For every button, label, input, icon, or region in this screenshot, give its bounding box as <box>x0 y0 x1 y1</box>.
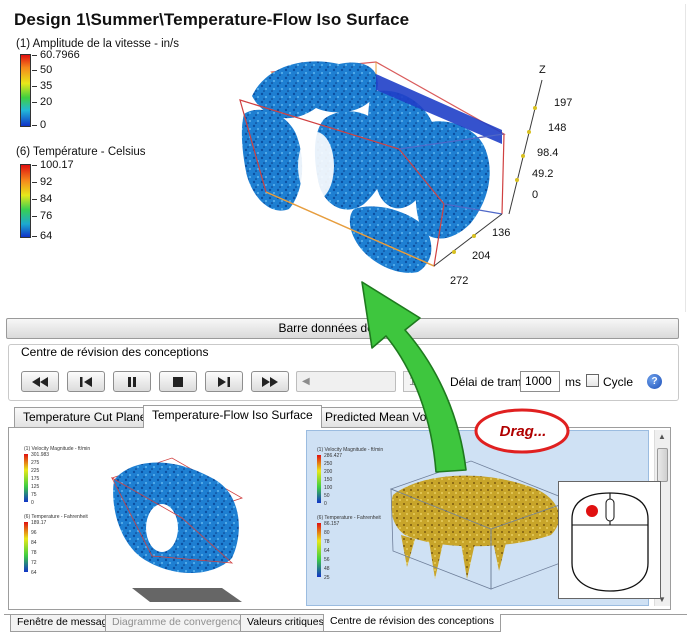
tab-message-window[interactable]: Fenêtre de message <box>10 615 121 632</box>
thumb-legend-value: 0 <box>31 500 34 506</box>
design-thumbnail[interactable]: (1) Velocity Magnitude - ft/min 301.983 … <box>12 430 297 606</box>
thumb-legend-value: 250 <box>324 461 333 467</box>
iso-blob <box>241 109 303 211</box>
tab-critical-values[interactable]: Valeurs critiques <box>240 615 331 632</box>
stop-icon <box>173 376 183 387</box>
thumb-legend-value: 301.983 <box>31 452 50 458</box>
thumb-temperature-bar <box>317 523 321 577</box>
z-axis-tick: 197 <box>554 97 573 109</box>
thumb-legend-value: 75 <box>31 492 37 498</box>
frame-delay-label: Délai de trame <box>450 375 529 389</box>
iso-blob <box>415 121 490 239</box>
stop-button[interactable] <box>159 371 197 392</box>
tab-convergence-diagram[interactable]: Diagramme de convergence <box>105 615 251 632</box>
slider-left-arrow-icon: ◀ <box>302 376 310 387</box>
thumb-iso-model <box>111 457 243 602</box>
thumb-legend-value: 150 <box>324 477 333 483</box>
thumb-legend-value: 48 <box>324 566 330 572</box>
thumb-legend-value: 175 <box>31 476 40 482</box>
thumb-legend-value: 189.17 <box>31 520 47 526</box>
thumb-legend-value: 56 <box>324 557 330 563</box>
z-axis-tick: 98.4 <box>537 147 559 159</box>
thumb-legend-value: 200 <box>324 469 333 475</box>
z-axis-label: Z <box>539 64 546 76</box>
x-axis-tick: 136 <box>492 227 511 239</box>
step-forward-icon <box>218 376 230 387</box>
iso-surface-model[interactable] <box>4 4 686 312</box>
rewind-button[interactable] <box>21 371 59 392</box>
thumb-legend-value: 25 <box>324 575 330 581</box>
x-axis-tick: 272 <box>450 275 469 287</box>
output-bar-button[interactable]: Barre données de sortie <box>6 318 679 339</box>
tab-predicted-mean-vote[interactable]: Predicted Mean Vote <box>316 407 446 427</box>
help-icon[interactable]: ? <box>647 374 662 389</box>
cycle-label: Cycle <box>603 375 634 389</box>
thumb-legend-value: 84 <box>31 540 37 546</box>
step-back-button[interactable] <box>67 371 105 392</box>
x-axis-tick: 204 <box>472 250 491 262</box>
thumb-legend-value: 286.427 <box>324 453 343 459</box>
thumb-legend-value: 225 <box>31 468 40 474</box>
thumb-velocity-bar <box>24 454 28 502</box>
frame-delay-unit: ms <box>565 375 581 389</box>
thumb-legend-value: 50 <box>324 493 330 499</box>
z-axis-tick: 148 <box>548 122 567 134</box>
thumb-legend-value: 275 <box>31 460 40 466</box>
step-forward-button[interactable] <box>205 371 243 392</box>
thumb-legend-value: 78 <box>324 539 330 545</box>
pause-button[interactable] <box>113 371 151 392</box>
thumb-legend-value: 96 <box>31 530 37 536</box>
thumb-temperature-bar <box>24 522 28 572</box>
thumb-iso-model <box>389 460 573 590</box>
thumb-legend-value: 80 <box>324 530 330 536</box>
thumb-legend-value: 100 <box>324 485 333 491</box>
pause-icon <box>128 376 136 387</box>
thumb-legend-value: 86.157 <box>324 521 340 527</box>
fast-forward-button[interactable] <box>251 371 289 392</box>
tab-design-review-center[interactable]: Centre de révision des conceptions <box>323 614 502 632</box>
scroll-up-arrow-icon[interactable]: ▲ <box>658 432 666 441</box>
cycle-checkbox[interactable] <box>586 374 599 387</box>
results-viewport[interactable]: Design 1\Summer\Temperature-Flow Iso Sur… <box>4 4 686 312</box>
rewind-icon <box>32 376 48 387</box>
thumb-legend-value: 72 <box>31 560 37 566</box>
scrollbar-thumb[interactable] <box>657 448 668 482</box>
thumb-legend-value: 0 <box>324 501 327 507</box>
z-axis-tick: 49.2 <box>532 168 554 180</box>
thumb-legend-value: 64 <box>31 570 37 576</box>
z-axis-tick: 0 <box>532 189 539 201</box>
frame-slider[interactable]: ◀ <box>296 371 396 392</box>
fast-forward-icon <box>262 376 278 387</box>
thumb-legend-value: 125 <box>31 484 40 490</box>
tab-temperature-cut-plane[interactable]: Temperature Cut Plane <box>14 407 156 427</box>
mouse-illustration-frame <box>558 481 661 599</box>
design-review-title: Centre de révision des conceptions <box>18 345 212 359</box>
frame-delay-input[interactable]: 1000 <box>520 371 560 392</box>
thumb-legend-value: 78 <box>31 550 37 556</box>
drag-callout-label: Drag... <box>499 423 547 440</box>
tab-temperature-flow-iso-surface[interactable]: Temperature-Flow Iso Surface <box>143 405 322 428</box>
thumb-velocity-bar <box>317 455 321 503</box>
step-back-icon <box>80 376 92 387</box>
frame-number-input[interactable]: 1 <box>403 371 431 392</box>
thumb-legend-value: 64 <box>324 548 330 554</box>
